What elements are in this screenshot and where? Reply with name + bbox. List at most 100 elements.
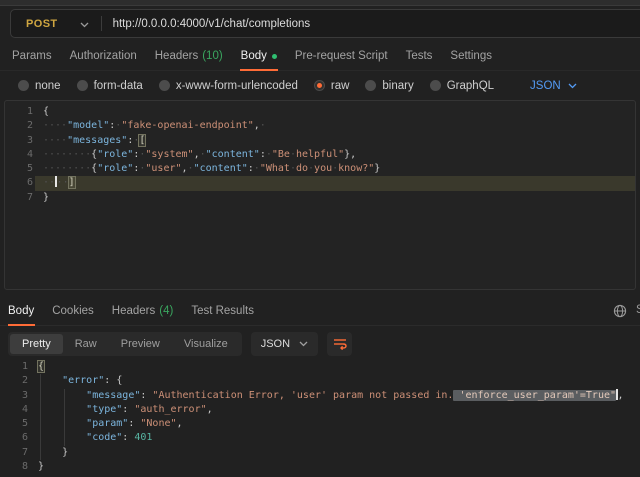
request-tab-authorization[interactable]: Authorization <box>61 42 146 71</box>
request-language-label: JSON <box>530 80 561 92</box>
method-selector[interactable]: POST <box>11 18 58 30</box>
radio-label: x-www-form-urlencoded <box>176 80 298 92</box>
line-number: 1 <box>5 105 33 119</box>
body-type-row: none form-data x-www-form-urlencoded raw bin… <box>0 71 640 100</box>
editor-line: 1{ <box>5 105 635 119</box>
response-tab-test-results[interactable]: Test Results <box>182 296 263 326</box>
count-badge: (10) <box>202 50 222 62</box>
line-number: 2 <box>0 374 28 388</box>
code-token: do <box>296 163 308 174</box>
postman-window: POST http://0.0.0.0:4000/v1/chat/complet… <box>0 0 640 477</box>
request-tab-settings[interactable]: Settings <box>441 42 501 71</box>
radio-label: form-data <box>94 80 143 92</box>
code-token: ·· <box>43 177 55 188</box>
response-view-group: PrettyRawPreviewVisualize <box>8 332 242 356</box>
response-tab-label: Cookies <box>52 305 94 317</box>
code-text: "message": "Authentication Error, 'user'… <box>38 390 624 401</box>
code-text: "error": { <box>38 375 122 386</box>
unsaved-dot-icon <box>272 54 277 59</box>
request-language-select[interactable]: JSON <box>530 80 577 92</box>
response-toolbar: PrettyRawPreviewVisualize JSON <box>0 331 640 356</box>
editor-line: 2····"model":·"fake-openai-endpoint",· <box>5 119 635 133</box>
radio-label: raw <box>331 80 350 92</box>
line-number: 2 <box>5 119 33 133</box>
code-token: "param" <box>86 418 128 429</box>
response-tab-headers[interactable]: Headers(4) <box>103 296 183 326</box>
body-type-radio-raw[interactable]: raw <box>314 80 350 92</box>
response-language-select[interactable]: JSON <box>251 332 318 356</box>
radio-label: GraphQL <box>447 80 494 92</box>
chevron-down-icon[interactable] <box>80 15 89 33</box>
code-token: "user" <box>145 163 181 174</box>
editor-line: 3····"messages":·[ <box>5 134 635 148</box>
editor-line: 7 } <box>0 446 640 460</box>
globe-icon[interactable] <box>613 304 627 318</box>
request-tab-params[interactable]: Params <box>3 42 61 71</box>
url-input[interactable]: http://0.0.0.0:4000/v1/chat/completions <box>113 18 311 30</box>
code-token: "Be <box>272 149 290 160</box>
active-tab-underline <box>8 324 35 326</box>
code-token: know?" <box>338 163 374 174</box>
code-token: "content" <box>206 149 260 160</box>
body-type-radio-graphql[interactable]: GraphQL <box>430 80 494 92</box>
request-tab-label: Settings <box>450 50 492 62</box>
line-number: 8 <box>0 460 28 474</box>
view-button-pretty[interactable]: Pretty <box>10 334 63 354</box>
response-tab-cookies[interactable]: Cookies <box>43 296 103 326</box>
code-text: ········{"role":·"system",·"content":·"B… <box>43 149 356 160</box>
editor-line: 1{ <box>0 360 640 374</box>
code-token: "Authentication Error, 'user' param not … <box>152 390 453 401</box>
request-tab-pre-request-script[interactable]: Pre-request Script <box>286 42 397 71</box>
code-token <box>38 404 86 415</box>
response-language-label: JSON <box>261 338 290 350</box>
editor-line: 6 "code": 401 <box>0 431 640 445</box>
code-token: "error" <box>62 375 104 386</box>
editor-line-highlighted: 6····] <box>5 176 635 190</box>
code-token <box>38 390 86 401</box>
view-button-raw[interactable]: Raw <box>63 334 109 354</box>
request-body-editor[interactable]: 1{2····"model":·"fake-openai-endpoint",·… <box>4 100 636 290</box>
code-token: helpful" <box>296 149 344 160</box>
code-text: } <box>43 192 49 203</box>
view-button-preview[interactable]: Preview <box>109 334 172 354</box>
request-tab-headers[interactable]: Headers(10) <box>146 42 232 71</box>
request-tab-tests[interactable]: Tests <box>397 42 442 71</box>
radio-icon <box>365 80 376 91</box>
code-token: ···· <box>43 120 67 131</box>
code-token: } <box>43 192 49 203</box>
radio-icon <box>314 80 325 91</box>
radio-icon <box>430 80 441 91</box>
response-tab-label: Test Results <box>191 305 254 317</box>
code-text: } <box>38 447 68 458</box>
request-tab-body[interactable]: Body <box>232 42 286 71</box>
code-token: ·· <box>57 177 69 188</box>
response-tab-body[interactable]: Body <box>0 296 43 326</box>
line-number: 3 <box>0 389 28 403</box>
request-url-bar: POST http://0.0.0.0:4000/v1/chat/complet… <box>10 9 640 38</box>
radio-icon <box>18 80 29 91</box>
code-text: ····] <box>43 177 75 188</box>
code-token: "model" <box>67 120 109 131</box>
radio-label: none <box>35 80 61 92</box>
line-number: 4 <box>5 148 33 162</box>
line-number: 7 <box>5 191 33 205</box>
code-text: "type": "auth_error", <box>38 404 213 415</box>
wrap-text-icon <box>333 338 347 350</box>
code-token: you <box>314 163 332 174</box>
body-type-radio-form-data[interactable]: form-data <box>77 80 143 92</box>
response-body-editor[interactable]: 1{2 "error": { 3 "message": "Authenticati… <box>0 358 640 477</box>
code-token: "None" <box>140 418 176 429</box>
wrap-text-button[interactable] <box>327 332 352 356</box>
code-token: , <box>618 390 624 401</box>
line-number: 1 <box>0 360 28 374</box>
view-button-visualize[interactable]: Visualize <box>172 334 240 354</box>
response-header: BodyCookiesHeaders(4)Test Results S <box>0 296 640 326</box>
body-type-radio-none[interactable]: none <box>18 80 61 92</box>
body-type-radio-x-www-form-urlencoded[interactable]: x-www-form-urlencoded <box>159 80 298 92</box>
code-text: "code": 401 <box>38 432 152 443</box>
request-tab-label: Pre-request Script <box>295 50 388 62</box>
body-type-radio-binary[interactable]: binary <box>365 80 413 92</box>
chevron-down-icon <box>568 83 577 89</box>
editor-line: 5 "param": "None", <box>0 417 640 431</box>
code-token <box>38 432 86 443</box>
